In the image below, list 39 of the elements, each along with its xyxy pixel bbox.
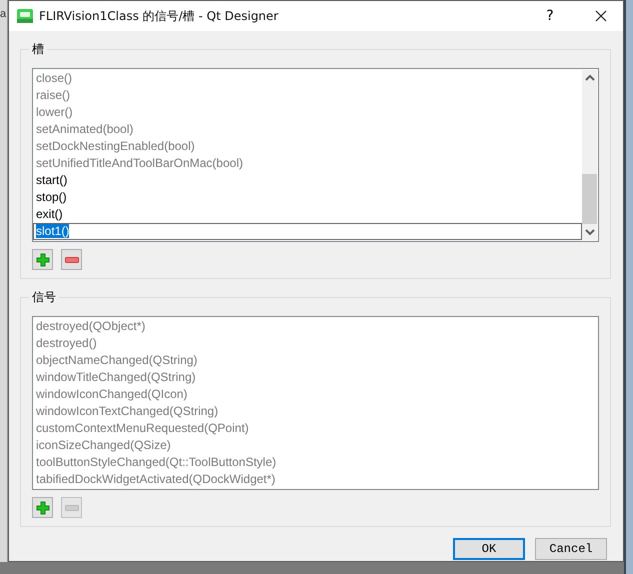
add-button[interactable] bbox=[32, 497, 53, 518]
plus-icon bbox=[36, 252, 50, 266]
help-button[interactable]: ? bbox=[535, 1, 565, 31]
scroll-down-icon[interactable] bbox=[585, 228, 595, 236]
list-item[interactable]: tabifiedDockWidgetActivated(QDockWidget*) bbox=[33, 471, 598, 488]
close-icon bbox=[595, 10, 607, 22]
edit-field[interactable]: slot1() bbox=[33, 223, 582, 240]
list-item[interactable]: setUnifiedTitleAndToolBarOnMac(bool) bbox=[33, 155, 582, 172]
scroll-up-icon[interactable] bbox=[585, 74, 595, 82]
minus-icon bbox=[64, 256, 78, 262]
list-item[interactable]: iconSizeChanged(QSize) bbox=[33, 437, 598, 454]
window-title: FLIRVision1Class 的信号/槽 - Qt Designer bbox=[39, 8, 280, 24]
scrollbar-thumb[interactable] bbox=[582, 174, 597, 224]
list-item[interactable]: lower() bbox=[33, 104, 582, 121]
list-item[interactable]: raise() bbox=[33, 87, 582, 104]
list-item[interactable]: close() bbox=[33, 70, 582, 87]
background-window-text: a bbox=[0, 8, 7, 20]
minus-icon bbox=[64, 504, 78, 510]
list-item[interactable]: start() bbox=[33, 172, 582, 189]
list-item[interactable]: destroyed() bbox=[33, 335, 598, 352]
app-icon bbox=[17, 9, 33, 23]
list-item[interactable]: setAnimated(bool) bbox=[33, 121, 582, 138]
list-item[interactable]: toolButtonStyleChanged(Qt::ToolButtonStyle) bbox=[33, 454, 598, 471]
scrollbar[interactable] bbox=[582, 70, 597, 240]
list-item[interactable]: windowIconChanged(QIcon) bbox=[33, 386, 598, 403]
remove-button[interactable] bbox=[61, 249, 82, 270]
dialog-button[interactable]: OK bbox=[453, 538, 525, 560]
plus-icon bbox=[36, 500, 50, 514]
list-item[interactable]: destroyed(QObject*) bbox=[33, 318, 598, 335]
list-item[interactable]: setDockNestingEnabled(bool) bbox=[33, 138, 582, 155]
group-title: 信号 bbox=[29, 289, 59, 306]
list-item[interactable]: customContextMenuRequested(QPoint) bbox=[33, 420, 598, 437]
list-item[interactable]: stop() bbox=[33, 189, 582, 206]
list-item[interactable]: objectNameChanged(QString) bbox=[33, 352, 598, 369]
list-item[interactable]: exit() bbox=[33, 206, 582, 223]
list-item[interactable]: windowTitleChanged(QString) bbox=[33, 369, 598, 386]
list-item[interactable]: windowIconTextChanged(QString) bbox=[33, 403, 598, 420]
add-button[interactable] bbox=[32, 249, 53, 270]
dialog-button[interactable]: Cancel bbox=[535, 538, 607, 560]
